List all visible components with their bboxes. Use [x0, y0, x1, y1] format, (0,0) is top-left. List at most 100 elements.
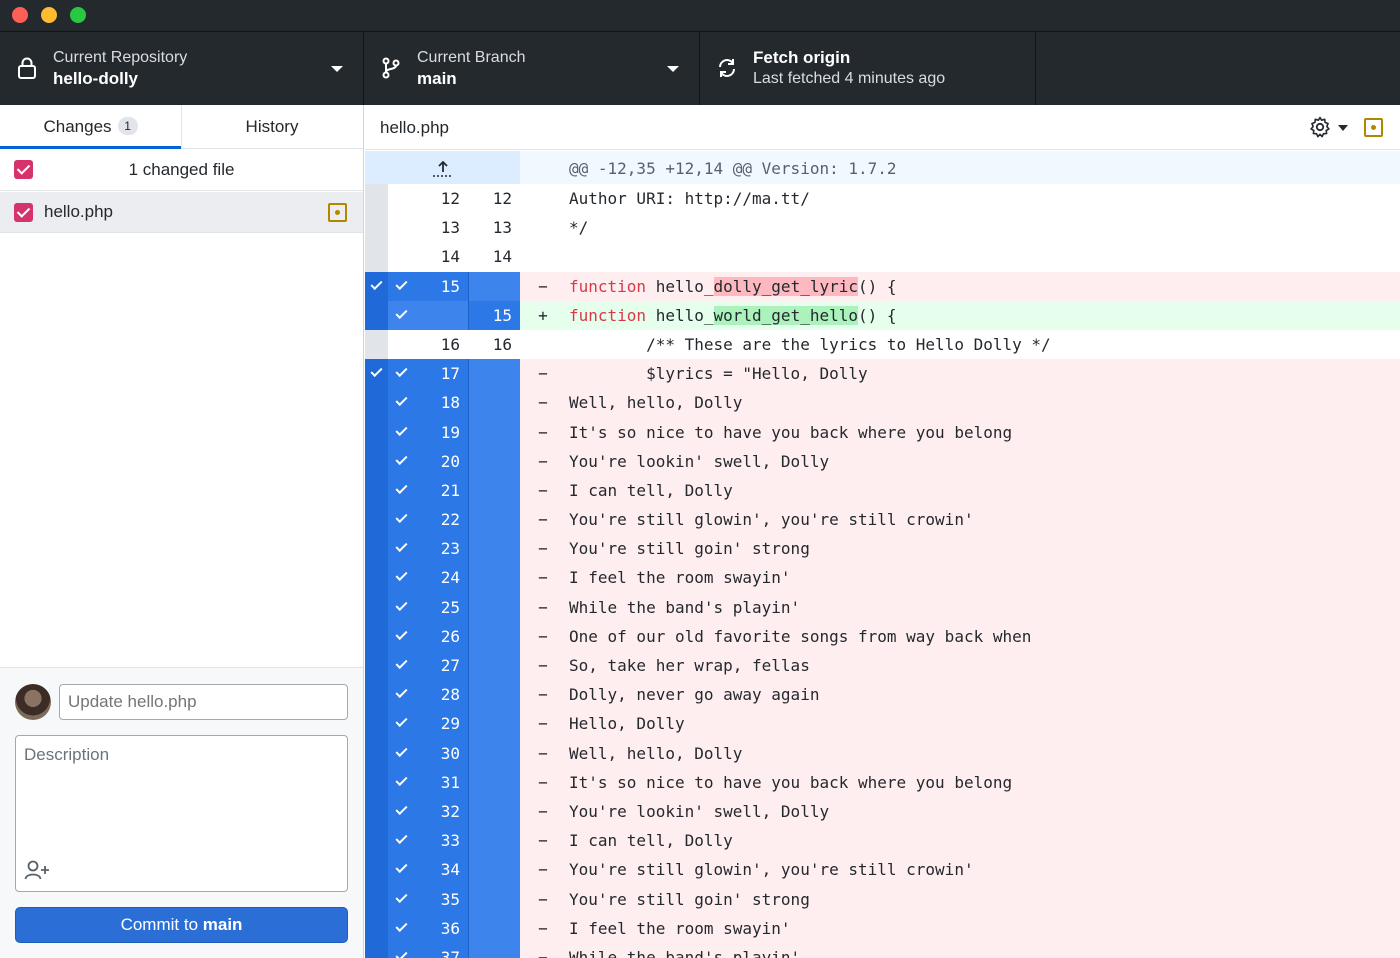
diff-deleted-line[interactable]: 36 − I feel the room swayin': [365, 913, 1400, 943]
hunk-select-gutter[interactable]: [365, 884, 388, 914]
hunk-select-gutter[interactable]: [365, 651, 388, 681]
new-line-number[interactable]: [468, 680, 520, 710]
hunk-select-gutter[interactable]: [365, 796, 388, 827]
hunk-select-gutter[interactable]: [365, 271, 388, 301]
diff-deleted-line[interactable]: 28 − Dolly, never go away again: [365, 680, 1400, 710]
file-include-checkbox[interactable]: [14, 203, 33, 222]
old-line-number[interactable]: 17: [388, 359, 468, 389]
new-line-number[interactable]: [468, 884, 520, 914]
diff-deleted-line[interactable]: 37 − While the band's playin': [365, 942, 1400, 958]
diff-deleted-line[interactable]: 32 − You're lookin' swell, Dolly: [365, 796, 1400, 827]
old-line-number[interactable]: 27: [388, 651, 468, 681]
diff-deleted-line[interactable]: 17 − $lyrics = "Hello, Dolly: [365, 359, 1400, 389]
add-coauthor-icon[interactable]: [24, 859, 50, 881]
old-line-number[interactable]: 33: [388, 826, 468, 856]
new-line-number[interactable]: [468, 942, 520, 958]
hunk-select-gutter[interactable]: [365, 767, 388, 797]
hunk-select-gutter[interactable]: [365, 388, 388, 418]
hunk-select-gutter[interactable]: [365, 534, 388, 564]
hunk-select-gutter[interactable]: [365, 738, 388, 768]
new-line-number[interactable]: [468, 534, 520, 564]
old-line-number[interactable]: 19: [388, 417, 468, 447]
old-line-number[interactable]: 32: [388, 796, 468, 827]
new-line-number[interactable]: 15: [468, 300, 520, 330]
new-line-number[interactable]: [468, 621, 520, 651]
zoom-window-button[interactable]: [70, 7, 86, 23]
diff-deleted-line[interactable]: 19 − It's so nice to have you back where y…: [365, 417, 1400, 447]
old-line-number[interactable]: 18: [388, 388, 468, 418]
hunk-select-gutter[interactable]: [365, 826, 388, 856]
old-line-number[interactable]: 20: [388, 446, 468, 476]
fetch-origin-button[interactable]: Fetch origin Last fetched 4 minutes ago: [700, 32, 1036, 105]
diff-added-line[interactable]: 15 + function hello_world_get_hello() {: [365, 300, 1400, 330]
changed-file-row[interactable]: hello.php: [0, 192, 363, 233]
old-line-number[interactable]: 28: [388, 680, 468, 710]
new-line-number[interactable]: [468, 388, 520, 418]
diff-deleted-line[interactable]: 25 − While the band's playin': [365, 592, 1400, 622]
new-line-number[interactable]: [468, 563, 520, 593]
old-line-number[interactable]: 30: [388, 738, 468, 768]
new-line-number[interactable]: [468, 475, 520, 506]
commit-summary-input[interactable]: [59, 684, 348, 720]
chevron-down-icon[interactable]: [1338, 125, 1348, 131]
hunk-select-gutter[interactable]: [365, 913, 388, 943]
hunk-select-gutter[interactable]: [365, 359, 388, 389]
diff-deleted-line[interactable]: 22 − You're still glowin', you're still cr…: [365, 505, 1400, 535]
old-line-number[interactable]: 22: [388, 505, 468, 535]
old-line-number[interactable]: 35: [388, 884, 468, 914]
hunk-select-gutter[interactable]: [365, 505, 388, 535]
hunk-select-gutter[interactable]: [365, 300, 388, 330]
old-line-number[interactable]: 24: [388, 563, 468, 593]
new-line-number[interactable]: [468, 592, 520, 622]
hunk-select-gutter[interactable]: [365, 855, 388, 885]
hunk-select-gutter[interactable]: [365, 446, 388, 476]
new-line-number[interactable]: [468, 767, 520, 797]
old-line-number[interactable]: 26: [388, 621, 468, 651]
new-line-number[interactable]: [468, 709, 520, 739]
diff-deleted-line[interactable]: 33 − I can tell, Dolly: [365, 826, 1400, 856]
diff-deleted-line[interactable]: 15 − function hello_dolly_get_lyric() {: [365, 271, 1400, 301]
new-line-number[interactable]: [468, 505, 520, 535]
new-line-number[interactable]: [468, 855, 520, 885]
diff-deleted-line[interactable]: 18 − Well, hello, Dolly: [365, 388, 1400, 418]
old-line-number[interactable]: 15: [388, 271, 468, 301]
minimize-window-button[interactable]: [41, 7, 57, 23]
tab-changes[interactable]: Changes 1: [0, 105, 181, 149]
diff-deleted-line[interactable]: 34 − You're still glowin', you're still cr…: [365, 855, 1400, 885]
hunk-select-gutter[interactable]: [365, 563, 388, 593]
hunk-select-gutter[interactable]: [365, 621, 388, 651]
old-line-number[interactable]: 37: [388, 942, 468, 958]
diff-deleted-line[interactable]: 23 − You're still goin' strong: [365, 534, 1400, 564]
hunk-select-gutter[interactable]: [365, 680, 388, 710]
new-line-number[interactable]: [468, 359, 520, 389]
new-line-number[interactable]: [468, 738, 520, 768]
new-line-number[interactable]: [468, 796, 520, 827]
old-line-number[interactable]: [388, 300, 468, 330]
old-line-number[interactable]: 36: [388, 913, 468, 943]
old-line-number[interactable]: 31: [388, 767, 468, 797]
diff-deleted-line[interactable]: 27 − So, take her wrap, fellas: [365, 651, 1400, 681]
tab-history[interactable]: History: [181, 105, 362, 149]
diff-deleted-line[interactable]: 29 − Hello, Dolly: [365, 709, 1400, 739]
diff-deleted-line[interactable]: 31 − It's so nice to have you back where y…: [365, 767, 1400, 797]
old-line-number[interactable]: 21: [388, 475, 468, 506]
diff-deleted-line[interactable]: 30 − Well, hello, Dolly: [365, 738, 1400, 768]
commit-description-field[interactable]: Description: [15, 735, 348, 892]
new-line-number[interactable]: [468, 446, 520, 476]
old-line-number[interactable]: 34: [388, 855, 468, 885]
new-line-number[interactable]: [468, 651, 520, 681]
diff-deleted-line[interactable]: 35 − You're still goin' strong: [365, 884, 1400, 914]
old-line-number[interactable]: 23: [388, 534, 468, 564]
current-branch-button[interactable]: Current Branch main: [364, 32, 700, 105]
commit-button[interactable]: Commit to main: [15, 907, 348, 943]
hunk-select-gutter[interactable]: [365, 592, 388, 622]
current-repository-button[interactable]: Current Repository hello-dolly: [0, 32, 364, 105]
gear-icon[interactable]: [1308, 115, 1332, 139]
close-window-button[interactable]: [12, 7, 28, 23]
diff-deleted-line[interactable]: 21 − I can tell, Dolly: [365, 475, 1400, 506]
new-line-number[interactable]: [468, 417, 520, 447]
expand-hunk-button[interactable]: [365, 151, 520, 184]
new-line-number[interactable]: [468, 271, 520, 301]
old-line-number[interactable]: 25: [388, 592, 468, 622]
hunk-select-gutter[interactable]: [365, 709, 388, 739]
